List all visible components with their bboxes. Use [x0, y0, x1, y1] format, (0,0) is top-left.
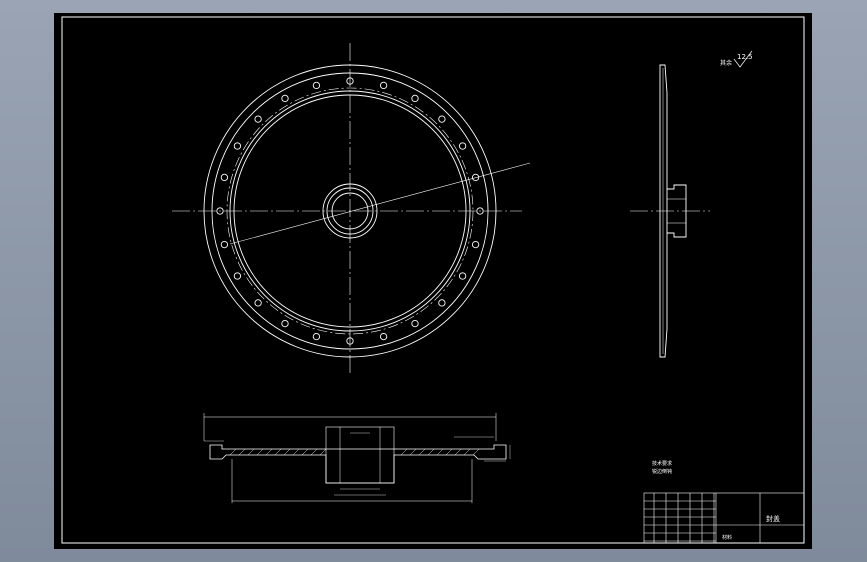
hatch-line: [319, 448, 327, 456]
bolt-hole: [458, 142, 467, 150]
part-name: 封盖: [766, 514, 780, 523]
bolt-hole: [438, 115, 446, 123]
bolt-hole: [379, 81, 388, 90]
roughness-value: 12.5: [737, 53, 753, 61]
bolt-hole: [254, 115, 262, 123]
hatch-line: [427, 448, 435, 456]
bolt-hole: [438, 299, 446, 307]
hatch-line: [301, 448, 309, 456]
hatch-line: [454, 448, 462, 456]
drawing-canvas: 其余 12.5 技术要求 锐边倒钝 封盖 材料: [61, 16, 805, 544]
roughness-symbol: 其余 12.5: [720, 50, 753, 68]
hatch-line: [409, 448, 417, 456]
bolt-hole: [220, 173, 229, 182]
bolt-hole: [312, 332, 321, 341]
material-label: 材料: [722, 534, 732, 541]
bolt-hole: [379, 332, 388, 341]
hatch-line: [265, 448, 273, 456]
hatch-line: [247, 448, 255, 456]
bolt-hole: [312, 81, 321, 90]
hatch-line: [292, 448, 300, 456]
bolt-hole: [281, 94, 289, 103]
bolt-hole: [411, 94, 419, 103]
hatch-line: [238, 448, 246, 456]
cad-viewport: 其余 12.5 技术要求 锐边倒钝 封盖 材料: [0, 0, 867, 562]
front-view: [172, 43, 531, 373]
hatch-line: [436, 448, 444, 456]
hatch-line: [472, 448, 480, 456]
hatch-line: [310, 448, 318, 456]
bolt-hole: [233, 142, 242, 150]
bolt-hole: [220, 240, 229, 249]
side-view: [630, 64, 710, 358]
hatch-line: [256, 448, 264, 456]
section-view: [203, 413, 511, 503]
hatch-line: [463, 448, 471, 456]
hatch-line: [274, 448, 282, 456]
bolt-hole: [411, 319, 419, 328]
hatch-line: [418, 448, 426, 456]
tech-req-line1: 锐边倒钝: [652, 468, 672, 475]
hatch-line: [229, 448, 237, 456]
title-block: 封盖 材料: [643, 492, 805, 544]
radius-leader: [229, 162, 531, 245]
hatch-line: [400, 448, 408, 456]
bolt-hole: [233, 272, 242, 280]
bolt-hole: [471, 240, 480, 249]
bolt-hole: [458, 272, 467, 280]
sheet-border: [61, 16, 805, 544]
hatch-line: [445, 448, 453, 456]
tech-req-title: 技术要求: [652, 460, 672, 467]
hatch-line: [283, 448, 291, 456]
section-hatching: [229, 448, 480, 456]
section-plate-outline: [209, 444, 507, 484]
roughness-prefix: 其余: [720, 59, 732, 67]
technical-requirements: 技术要求 锐边倒钝: [652, 460, 672, 475]
hub-section: [325, 426, 395, 484]
drawing-sheet: 其余 12.5 技术要求 锐边倒钝 封盖 材料: [54, 13, 812, 549]
bolt-hole: [254, 299, 262, 307]
bolt-hole: [281, 319, 289, 328]
